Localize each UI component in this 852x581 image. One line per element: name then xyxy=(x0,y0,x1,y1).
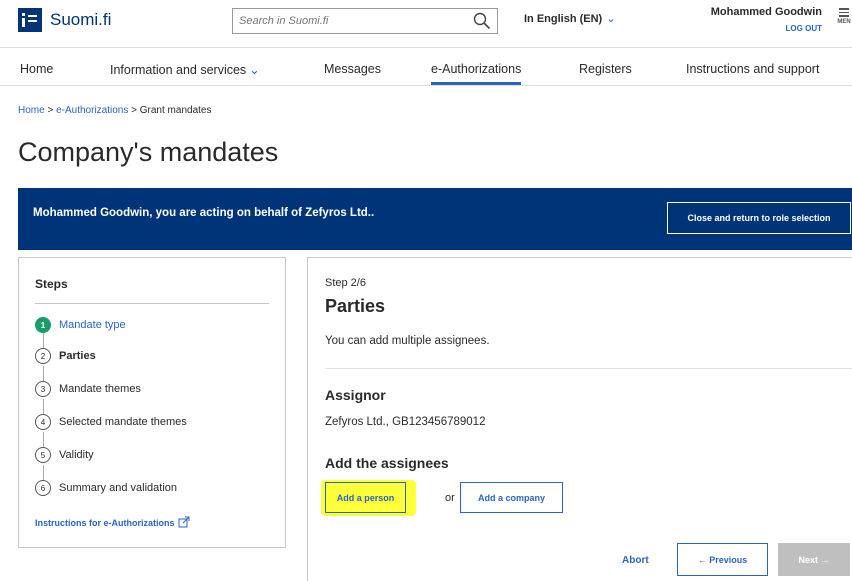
assignor-heading: Assignor xyxy=(325,387,386,403)
nav-e-authorizations[interactable]: e-Authorizations xyxy=(431,62,522,85)
menu-button[interactable]: MEN xyxy=(836,6,852,25)
nav-home[interactable]: Home xyxy=(20,62,53,76)
user-name: Mohammed Goodwin xyxy=(710,6,822,18)
language-label: In English (EN) xyxy=(524,13,603,25)
step-connector xyxy=(43,465,44,480)
step-connector xyxy=(43,366,44,381)
step-parties: 2 Parties xyxy=(35,348,96,364)
step-label: Selected mandate themes xyxy=(59,416,187,428)
step-validity: 5 Validity xyxy=(35,447,94,463)
instructions-link[interactable]: Instructions for e-Authorizations xyxy=(35,516,190,530)
chevron-down-icon: ⌄ xyxy=(249,63,260,77)
breadcrumb-e-authorizations[interactable]: e-Authorizations xyxy=(56,105,128,116)
page-title: Company's mandates xyxy=(18,137,279,167)
step-mandate-type[interactable]: 1 Mandate type xyxy=(35,317,126,333)
step-mandate-themes: 3 Mandate themes xyxy=(35,381,141,397)
breadcrumb-separator: > xyxy=(47,105,54,116)
nav-info-label: Information and services xyxy=(110,63,247,77)
user-info: Mohammed Goodwin LOG OUT xyxy=(692,6,822,36)
assignees-heading: Add the assignees xyxy=(325,455,449,471)
step-number: 5 xyxy=(35,447,51,463)
parties-panel: Step 2/6 Parties You can add multiple as… xyxy=(307,257,852,581)
search-box xyxy=(232,8,498,34)
step-label: Mandate type xyxy=(59,319,126,331)
step-label: Validity xyxy=(59,449,94,461)
nav-information-and-services[interactable]: Information and services ⌄ xyxy=(110,62,260,77)
chevron-down-icon: ⌄ xyxy=(606,13,616,25)
abort-link[interactable]: Abort xyxy=(622,555,649,566)
steps-panel: Steps 1 Mandate type 2 Parties 3 Mandate… xyxy=(18,257,286,548)
instructions-link-label: Instructions for e-Authorizations xyxy=(35,518,175,528)
step-label: Summary and validation xyxy=(59,482,178,494)
logo-text: Suomi.fi xyxy=(50,10,112,29)
language-selector[interactable]: In English (EN) ⌄ xyxy=(524,12,615,25)
search-icon[interactable] xyxy=(473,12,491,35)
external-link-icon xyxy=(178,516,190,530)
step-label: Mandate themes xyxy=(59,383,141,395)
or-text: or xyxy=(445,492,455,504)
step-number: 6 xyxy=(35,480,51,496)
menu-label: MEN xyxy=(837,18,851,25)
nav-registers[interactable]: Registers xyxy=(579,62,632,76)
step-number: 1 xyxy=(35,317,51,333)
top-header: Suomi.fi In English (EN)⌄ Mohammed Goodw… xyxy=(0,0,852,48)
search-input[interactable] xyxy=(233,9,458,33)
step-connector xyxy=(43,399,44,414)
step-summary-and-validation: 6 Summary and validation xyxy=(35,480,177,496)
step-connector xyxy=(43,333,44,348)
banner-text: Mohammed Goodwin, you are acting on beha… xyxy=(33,207,375,219)
step-connector xyxy=(43,432,44,447)
suomi-logo-icon xyxy=(18,8,42,32)
divider xyxy=(35,303,269,304)
role-banner: Mohammed Goodwin, you are acting on beha… xyxy=(18,188,852,250)
suomi-logo[interactable]: Suomi.fi xyxy=(18,8,111,32)
breadcrumb-home[interactable]: Home xyxy=(18,105,45,116)
breadcrumb-current: Grant mandates xyxy=(139,105,212,116)
step-number: 3 xyxy=(35,381,51,397)
next-button[interactable]: Next → xyxy=(778,543,850,576)
step-selected-mandate-themes: 4 Selected mandate themes xyxy=(35,414,187,430)
hamburger-icon xyxy=(836,8,852,17)
breadcrumb: Home > e-Authorizations > Grant mandates xyxy=(18,105,211,116)
add-person-button[interactable]: Add a person xyxy=(325,482,406,513)
step-number: 2 xyxy=(35,348,51,364)
step-number: 4 xyxy=(35,414,51,430)
close-and-return-button[interactable]: Close and return to role selection xyxy=(667,202,851,234)
add-company-button[interactable]: Add a company xyxy=(460,482,563,513)
nav-messages[interactable]: Messages xyxy=(324,62,381,76)
logout-link[interactable]: LOG OUT xyxy=(786,24,822,33)
step-label: Parties xyxy=(59,350,96,362)
step-indicator: Step 2/6 xyxy=(325,277,366,289)
hint-text: You can add multiple assignees. xyxy=(325,335,490,347)
previous-button[interactable]: ← Previous xyxy=(677,543,768,576)
nav-instructions-and-support[interactable]: Instructions and support xyxy=(686,62,819,76)
section-title: Parties xyxy=(325,296,386,316)
main-navigation: Home Information and services ⌄ Messages … xyxy=(0,56,852,86)
steps-title: Steps xyxy=(35,277,68,291)
breadcrumb-separator: > xyxy=(131,105,137,116)
assignor-value: Zefyros Ltd., GB123456789012 xyxy=(325,416,486,428)
divider xyxy=(325,368,852,369)
